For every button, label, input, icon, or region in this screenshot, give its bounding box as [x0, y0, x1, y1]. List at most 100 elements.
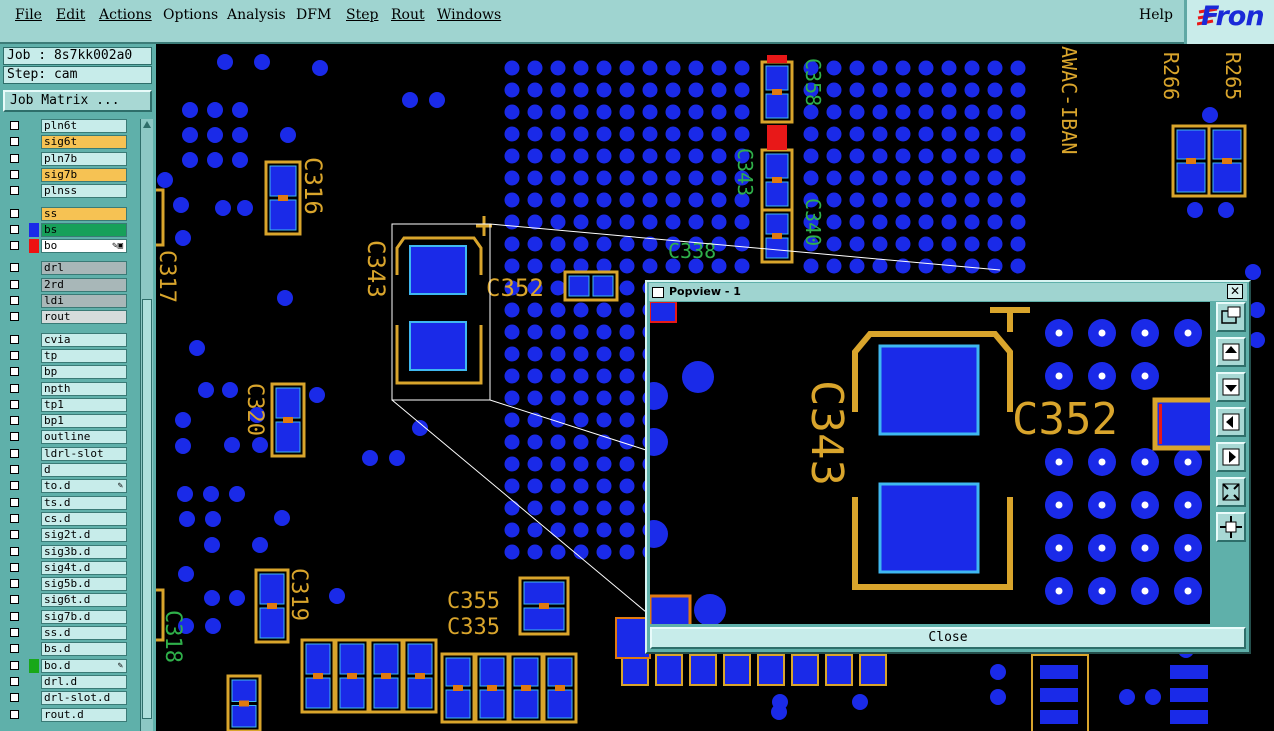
- close-button[interactable]: Close: [650, 627, 1246, 649]
- layer-row-sig7b-d[interactable]: sig7b.d: [4, 609, 127, 624]
- menu-edit[interactable]: Edit: [56, 7, 85, 23]
- layer-row-sig7b[interactable]: sig7b: [4, 167, 127, 182]
- layer-checkbox[interactable]: [10, 465, 19, 474]
- layer-checkbox[interactable]: [10, 153, 19, 163]
- layer-row-drl-d[interactable]: drl.d: [4, 674, 127, 689]
- layer-checkbox[interactable]: [10, 513, 19, 523]
- layer-row-plnss[interactable]: plnss: [4, 184, 127, 199]
- layer-row-tp1[interactable]: tp1: [4, 397, 127, 412]
- menu-dfm[interactable]: DFM: [296, 7, 331, 23]
- layer-row-2rd[interactable]: 2rd: [4, 277, 127, 292]
- layer-row-sig4t-d[interactable]: sig4t.d: [4, 560, 127, 575]
- layer-row-to-d[interactable]: to.d ✎: [4, 479, 127, 494]
- layer-row-d[interactable]: d: [4, 463, 127, 477]
- layer-name[interactable]: ldi: [41, 294, 127, 308]
- layer-checkbox[interactable]: [10, 186, 19, 196]
- layer-checkbox[interactable]: [10, 399, 19, 409]
- layer-checkbox[interactable]: [10, 709, 19, 719]
- menu-actions[interactable]: Actions: [99, 7, 152, 23]
- layer-checkbox[interactable]: [10, 676, 19, 686]
- layer-row-ts-d[interactable]: ts.d: [4, 495, 127, 510]
- scroll-up-icon[interactable]: [142, 120, 152, 130]
- layer-name[interactable]: bo.d ✎: [41, 658, 127, 673]
- layer-checkbox[interactable]: [10, 432, 19, 442]
- layer-name[interactable]: sig6t.d: [41, 593, 127, 608]
- layer-row-bs[interactable]: bs: [4, 222, 127, 237]
- layer-name[interactable]: bs: [41, 222, 127, 237]
- layer-name[interactable]: sig4t.d: [41, 560, 127, 575]
- layer-name[interactable]: pln7b: [41, 151, 127, 166]
- layer-name[interactable]: to.d ✎: [41, 479, 127, 494]
- layer-checkbox[interactable]: [10, 137, 19, 147]
- layer-row-pln7b[interactable]: pln7b: [4, 151, 127, 166]
- layer-name[interactable]: bp1: [41, 414, 127, 429]
- layer-row-tp[interactable]: tp: [4, 348, 127, 363]
- popview-titlebar[interactable]: Popview - 1 ✕: [649, 283, 1247, 301]
- layer-checkbox[interactable]: [10, 562, 19, 572]
- layer-name[interactable]: bs.d: [41, 642, 127, 657]
- layer-name[interactable]: sig6t: [41, 135, 127, 150]
- layer-row-bo-d[interactable]: bo.d ✎: [4, 658, 127, 673]
- layer-checkbox[interactable]: [10, 312, 19, 322]
- layer-row-rout-d[interactable]: rout.d: [4, 707, 127, 722]
- layer-checkbox[interactable]: [10, 296, 19, 305]
- menu-options[interactable]: Options: [163, 7, 218, 23]
- layer-name[interactable]: drl: [41, 261, 127, 276]
- layer-name[interactable]: sig2t.d: [41, 528, 127, 543]
- layer-checkbox[interactable]: [10, 628, 19, 637]
- layer-row-ss-d[interactable]: ss.d: [4, 626, 127, 640]
- layer-checkbox[interactable]: [10, 383, 19, 393]
- layer-checkbox[interactable]: [10, 595, 19, 605]
- layer-name[interactable]: rout.d: [41, 707, 127, 722]
- layer-checkbox[interactable]: [10, 481, 19, 491]
- layer-name[interactable]: bp: [41, 365, 127, 380]
- layer-name[interactable]: sig7b: [41, 167, 127, 182]
- zoom-in-button[interactable]: [1216, 512, 1246, 542]
- layer-name[interactable]: outline: [41, 430, 127, 445]
- pan-left-button[interactable]: [1216, 407, 1246, 437]
- layer-checkbox[interactable]: [10, 660, 19, 670]
- layer-row-drl-slot-d[interactable]: drl-slot.d: [4, 691, 127, 706]
- layer-name[interactable]: ts.d: [41, 495, 127, 510]
- layer-name[interactable]: tp: [41, 348, 127, 363]
- layer-row-pln6t[interactable]: pln6t: [4, 119, 127, 133]
- layer-row-sig3b-d[interactable]: sig3b.d: [4, 544, 127, 559]
- job-matrix-button[interactable]: Job Matrix ...: [3, 90, 152, 112]
- layer-checkbox[interactable]: [10, 350, 19, 360]
- layer-row-ldrl-slot[interactable]: ldrl-slot: [4, 446, 127, 461]
- popview-zoom-view[interactable]: C343 C352: [650, 302, 1210, 624]
- layer-checkbox[interactable]: [10, 693, 19, 703]
- layer-row-outline[interactable]: outline: [4, 430, 127, 445]
- layer-name[interactable]: d: [41, 463, 127, 477]
- layer-checkbox[interactable]: [10, 546, 19, 556]
- layer-row-bo[interactable]: bo ✎▣: [4, 239, 127, 254]
- layer-name[interactable]: cs.d: [41, 511, 127, 526]
- layer-checkbox[interactable]: [10, 263, 19, 273]
- layer-name[interactable]: drl-slot.d: [41, 691, 127, 706]
- layer-checkbox[interactable]: [10, 644, 19, 654]
- layer-checkbox[interactable]: [10, 530, 19, 540]
- layer-name[interactable]: sig3b.d: [41, 544, 127, 559]
- layer-row-drl[interactable]: drl: [4, 261, 127, 276]
- layer-name[interactable]: ldrl-slot: [41, 446, 127, 461]
- layer-name[interactable]: bo ✎▣: [41, 239, 127, 254]
- menu-step[interactable]: Step: [346, 7, 378, 23]
- layer-checkbox[interactable]: [10, 334, 19, 344]
- layer-name[interactable]: sig7b.d: [41, 609, 127, 624]
- menu-file[interactable]: File: [15, 7, 42, 23]
- layer-name[interactable]: plnss: [41, 184, 127, 199]
- layer-row-sig5b-d[interactable]: sig5b.d: [4, 577, 127, 592]
- layer-name[interactable]: sig5b.d: [41, 577, 127, 592]
- zoom-fit-button[interactable]: [1216, 302, 1246, 332]
- layer-name[interactable]: npth: [41, 381, 127, 396]
- layer-row-cs-d[interactable]: cs.d: [4, 511, 127, 526]
- layer-row-ldi[interactable]: ldi: [4, 294, 127, 308]
- menu-rout[interactable]: Rout: [391, 7, 425, 23]
- layer-name[interactable]: drl.d: [41, 674, 127, 689]
- pan-up-button[interactable]: [1216, 337, 1246, 367]
- layer-checkbox[interactable]: [10, 367, 19, 377]
- layer-row-cvia[interactable]: cvia: [4, 332, 127, 347]
- layer-checkbox[interactable]: [10, 497, 19, 507]
- menu-help[interactable]: Help: [1139, 7, 1173, 23]
- layer-checkbox[interactable]: [10, 279, 19, 289]
